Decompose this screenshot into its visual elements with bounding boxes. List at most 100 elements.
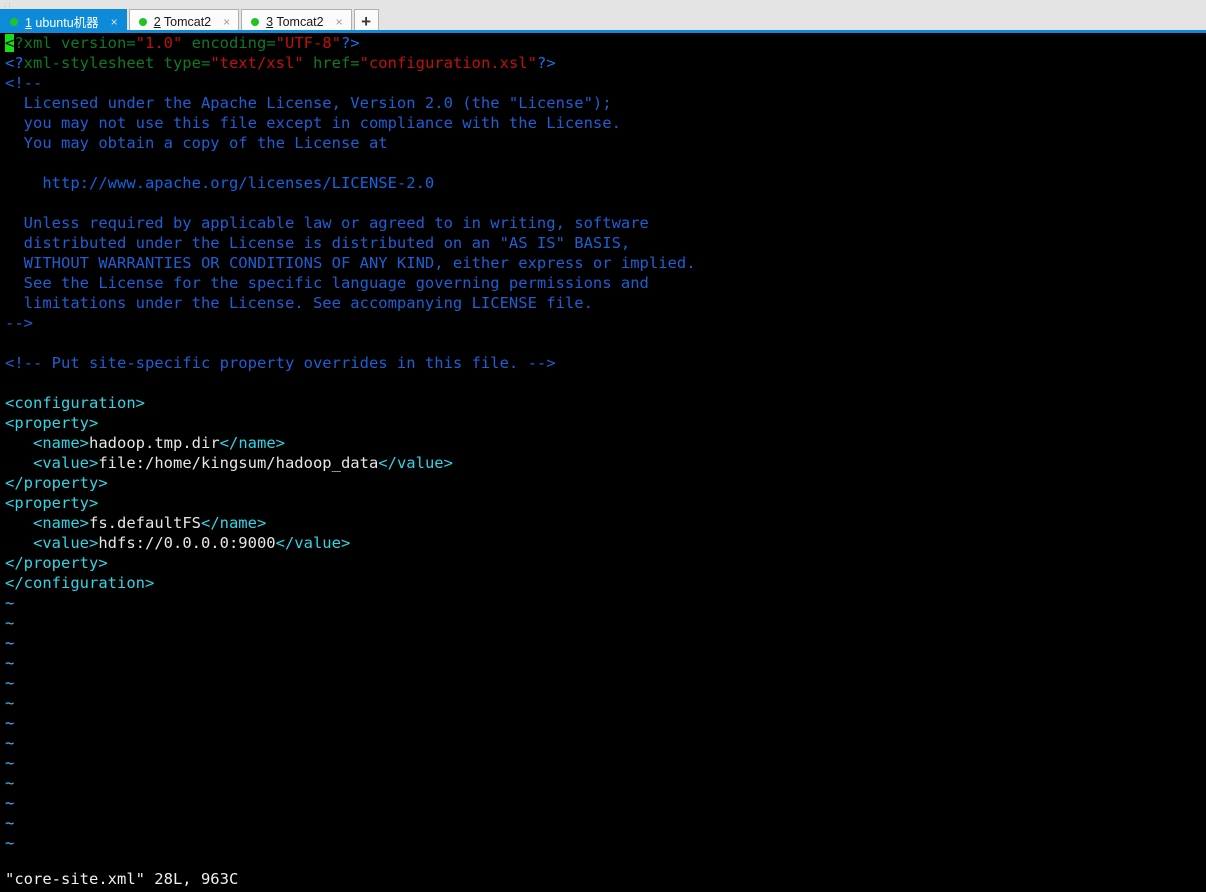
editor-line: Licensed under the Apache License, Versi… (0, 93, 696, 113)
editor-empty-line-marker: ~ (0, 813, 696, 833)
editor-line: <configuration> (0, 393, 696, 413)
green-dot-icon (10, 17, 18, 26)
editor-line: <!-- (0, 73, 696, 93)
code-span: ?xml version= (14, 34, 136, 52)
editor-empty-line-marker: ~ (0, 753, 696, 773)
close-icon[interactable]: × (109, 16, 120, 28)
editor-line: </property> (0, 473, 696, 493)
code-span: <property> (5, 494, 99, 512)
code-span: distributed under the License is distrib… (5, 234, 631, 252)
code-span: "1.0" (135, 34, 183, 52)
editor-empty-line-marker: ~ (0, 733, 696, 753)
code-span: "configuration.xsl" (359, 54, 537, 72)
editor-text-area[interactable]: <?xml version="1.0" encoding="UTF-8"?> <?… (0, 33, 696, 853)
editor-line: <value>hdfs://0.0.0.0:9000</value> (0, 533, 696, 553)
tilde-marker: ~ (5, 774, 15, 792)
tilde-marker: ~ (5, 634, 15, 652)
tilde-marker: ~ (5, 614, 15, 632)
editor-empty-line-marker: ~ (0, 773, 696, 793)
code-span: </value> (378, 454, 453, 472)
tilde-marker: ~ (5, 794, 15, 812)
code-span: </property> (5, 474, 108, 492)
code-span: </name> (200, 514, 267, 532)
tilde-marker: ~ (5, 654, 15, 672)
editor-line: </configuration> (0, 573, 696, 593)
tab-label: 3 Tomcat2 (266, 15, 323, 29)
tab-accelerator: 2 (153, 14, 161, 29)
code-span: Unless required by applicable law or agr… (5, 214, 649, 232)
editor-line: <name>hadoop.tmp.dir</name> (0, 433, 696, 453)
code-span: See the License for the specific languag… (5, 274, 649, 292)
editor-line: See the License for the specific languag… (0, 273, 696, 293)
code-span: </value> (275, 534, 351, 552)
code-span: encoding= (182, 34, 276, 52)
editor-empty-line-marker: ~ (0, 833, 696, 853)
editor-line: Unless required by applicable law or agr… (0, 213, 696, 233)
editor-line: limitations under the License. See accom… (0, 293, 696, 313)
editor-empty-line-marker: ~ (0, 693, 696, 713)
close-icon[interactable]: × (334, 16, 345, 28)
code-span: <name> (5, 514, 89, 532)
code-span: file:/home/kingsum/hadoop_data (98, 454, 379, 472)
editor-line: http://www.apache.org/licenses/LICENSE-2… (0, 173, 696, 193)
tab-label: 1 ubuntu机器 (25, 12, 99, 31)
close-icon[interactable]: × (221, 16, 232, 28)
tab-title: Tomcat2 (273, 14, 324, 29)
editor-line: WITHOUT WARRANTIES OR CONDITIONS OF ANY … (0, 253, 696, 273)
code-span: <? (5, 54, 24, 72)
code-span: <value> (5, 534, 99, 552)
vim-status-line: "core-site.xml" 28L, 963C (5, 870, 239, 888)
editor-line: <value>file:/home/kingsum/hadoop_data</v… (0, 453, 696, 473)
tilde-marker: ~ (5, 814, 15, 832)
editor-line: <name>fs.defaultFS</name> (0, 513, 696, 533)
code-span: xml-stylesheet type= (23, 54, 211, 72)
tab-bar: :: 1 ubuntu机器 × 2 Tomcat2 × 3 Tomcat2 × + (0, 0, 1206, 33)
code-span: you may not use this file except in comp… (5, 114, 621, 132)
editor-empty-line-marker: ~ (0, 633, 696, 653)
tilde-marker: ~ (5, 694, 15, 712)
editor-line: distributed under the License is distrib… (0, 233, 696, 253)
tilde-marker: ~ (5, 834, 15, 852)
green-dot-icon (251, 17, 260, 26)
code-span: <configuration> (5, 394, 145, 412)
code-span: You may obtain a copy of the License at (5, 134, 388, 152)
editor-line: <property> (0, 413, 696, 433)
editor-empty-line-marker: ~ (0, 613, 696, 633)
tilde-marker: ~ (5, 594, 15, 612)
editor-empty-line-marker: ~ (0, 793, 696, 813)
editor-line: <?xml-stylesheet type="text/xsl" href="c… (0, 53, 696, 73)
editor-line: you may not use this file except in comp… (0, 113, 696, 133)
code-span: http://www.apache.org/licenses/LICENSE-2… (5, 174, 435, 192)
editor-empty-line-marker: ~ (0, 653, 696, 673)
text-cursor: < (5, 34, 15, 52)
code-span: <name> (5, 434, 89, 452)
code-span: Licensed under the Apache License, Versi… (5, 94, 612, 112)
terminal-view[interactable]: <?xml version="1.0" encoding="UTF-8"?> <?… (0, 33, 1206, 892)
code-span: </configuration> (5, 574, 155, 592)
code-span: <property> (5, 414, 99, 432)
editor-line: --> (0, 313, 696, 333)
editor-line: You may obtain a copy of the License at (0, 133, 696, 153)
code-span: fs.defaultFS (89, 514, 201, 532)
code-span: --> (5, 314, 33, 332)
editor-line: <!-- Put site-specific property override… (0, 353, 696, 373)
code-span: "text/xsl" (210, 54, 304, 72)
tab-label: 2 Tomcat2 (154, 15, 211, 29)
code-span: hdfs://0.0.0.0:9000 (98, 534, 276, 552)
tilde-marker: ~ (5, 734, 15, 752)
tilde-marker: ~ (5, 714, 15, 732)
tab-accelerator: 1 (25, 16, 32, 30)
green-dot-icon (138, 17, 147, 26)
code-span: WITHOUT WARRANTIES OR CONDITIONS OF ANY … (5, 254, 696, 272)
code-span: </property> (5, 554, 108, 572)
editor-line: </property> (0, 553, 696, 573)
editor-line: <?xml version="1.0" encoding="UTF-8"?> (0, 33, 696, 53)
code-span: ?> (341, 34, 360, 52)
code-span: ?> (536, 54, 556, 72)
code-span: </name> (219, 434, 285, 452)
code-span: limitations under the License. See accom… (5, 294, 593, 312)
